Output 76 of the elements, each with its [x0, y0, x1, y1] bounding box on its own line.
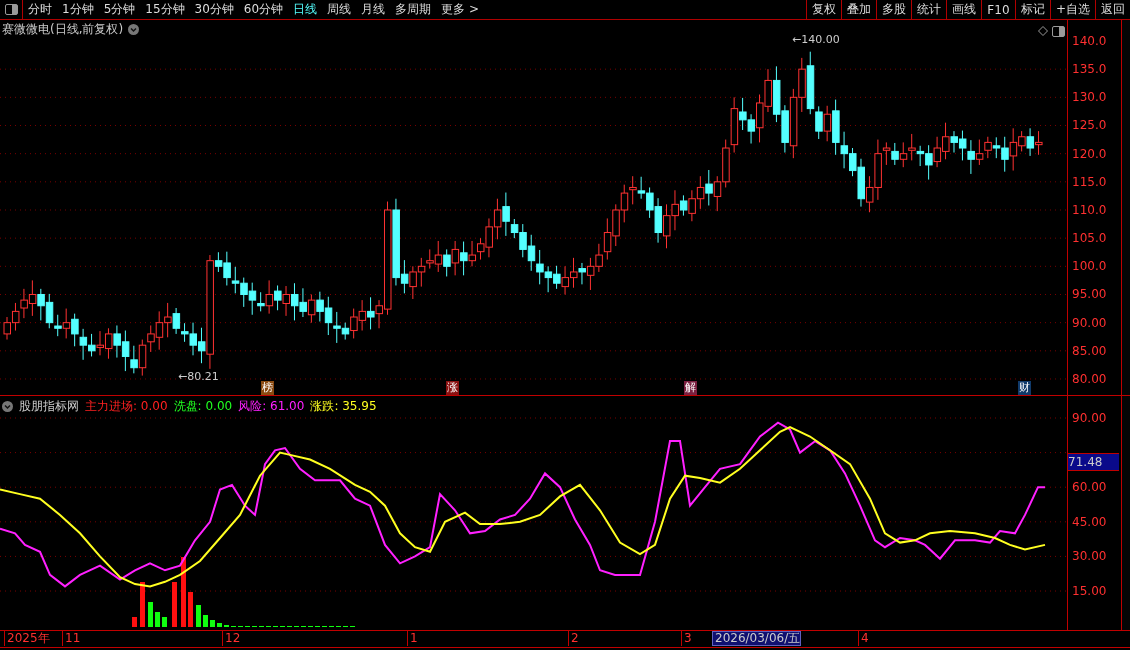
date-label: 11	[62, 631, 81, 646]
indicator-value: 涨跌: 35.95	[310, 398, 377, 415]
indicator-value: 洗盘: 0.00	[173, 398, 233, 415]
histogram-bar	[181, 557, 186, 627]
indicator-value: 风险: 61.00	[238, 398, 305, 415]
histogram-bar	[132, 617, 137, 627]
toolbar-button[interactable]: 多股	[875, 0, 911, 19]
axis-label: 45.00	[1072, 514, 1107, 529]
histogram-bar	[148, 602, 153, 627]
period-tab[interactable]: 1分钟	[58, 0, 98, 19]
diamond-icon[interactable]	[1038, 26, 1048, 36]
period-tab[interactable]: 日线	[289, 0, 322, 19]
histogram-bar	[172, 582, 177, 627]
period-tab[interactable]: 周线	[323, 0, 356, 19]
period-tab[interactable]: 分时	[24, 0, 56, 19]
period-tab[interactable]: 60分钟	[239, 0, 288, 19]
dropdown-icon[interactable]	[2, 401, 13, 412]
stock-title: 赛微微电(日线,前复权)	[2, 21, 124, 38]
histogram-bar	[188, 592, 193, 627]
axis-label: 130.0	[1072, 90, 1107, 105]
toolbar-button[interactable]: 画线	[945, 0, 981, 19]
price-label: ←140.00	[792, 33, 840, 46]
histogram-bar	[210, 620, 215, 627]
event-tag[interactable]: 解	[684, 381, 697, 395]
axis-label: 60.00	[1072, 480, 1107, 495]
panel-toggle-icon[interactable]	[4, 4, 18, 15]
histogram-bar	[203, 615, 208, 627]
axis-label: 100.0	[1072, 259, 1107, 274]
price-label: ←80.21	[178, 369, 219, 383]
event-tag[interactable]: 涨	[446, 381, 459, 395]
toolbar-button[interactable]: +自选	[1049, 0, 1095, 19]
histogram-bar	[162, 617, 167, 627]
indicator-value: 主力进场: 0.00	[85, 398, 168, 415]
date-label: 1	[407, 631, 418, 646]
period-tab[interactable]: 5分钟	[99, 0, 140, 19]
date-label: 2026/03/06/五	[712, 631, 802, 646]
axis-label: 80.00	[1072, 371, 1107, 386]
period-tab[interactable]: 月线	[357, 0, 390, 19]
toolbar-button[interactable]: 标记	[1014, 0, 1050, 19]
event-tag[interactable]: 榜	[261, 381, 274, 395]
period-tab[interactable]: 更多 >	[437, 0, 483, 19]
event-tag[interactable]: 财	[1018, 381, 1031, 395]
period-tab[interactable]: 30分钟	[190, 0, 238, 19]
axis-label: 95.00	[1072, 287, 1107, 302]
current-value-badge: 71.48	[1068, 452, 1120, 471]
date-label: 2	[568, 631, 579, 646]
toolbar-button[interactable]: F10	[980, 0, 1015, 19]
axis-label: 120.0	[1072, 146, 1107, 161]
date-label: 2025年	[4, 631, 50, 646]
axis-label: 125.0	[1072, 118, 1107, 133]
histogram-bar	[217, 623, 222, 627]
axis-label: 30.00	[1072, 549, 1107, 564]
axis-label: 90.00	[1072, 315, 1107, 330]
axis-label: 140.0	[1072, 34, 1107, 48]
date-label: 12	[222, 631, 241, 646]
axis-label: 110.0	[1072, 203, 1107, 217]
toolbar-button[interactable]: 叠加	[840, 0, 876, 19]
date-label: 3	[681, 631, 692, 646]
axis-label: 15.00	[1072, 584, 1107, 598]
toolbar-button[interactable]: 返回	[1095, 0, 1130, 19]
dropdown-icon[interactable]	[128, 24, 140, 35]
axis-label: 90.00	[1072, 411, 1107, 425]
panel-toggle-icon[interactable]	[1052, 26, 1065, 37]
axis-label: 105.0	[1072, 231, 1107, 246]
axis-label: 135.0	[1072, 62, 1107, 77]
histogram-bar	[140, 582, 145, 627]
axis-label: 85.00	[1072, 343, 1107, 358]
indicator-name: 股朋指标网	[19, 398, 79, 415]
period-tab[interactable]: 多周期	[391, 0, 436, 19]
axis-label: 115.0	[1072, 174, 1107, 189]
period-tab[interactable]: 15分钟	[141, 0, 189, 19]
toolbar-button[interactable]: 统计	[910, 0, 946, 19]
toolbar-button[interactable]: 复权	[805, 0, 841, 19]
date-label: 4	[858, 631, 869, 646]
histogram-bar	[196, 605, 201, 627]
histogram-bar	[155, 612, 160, 627]
